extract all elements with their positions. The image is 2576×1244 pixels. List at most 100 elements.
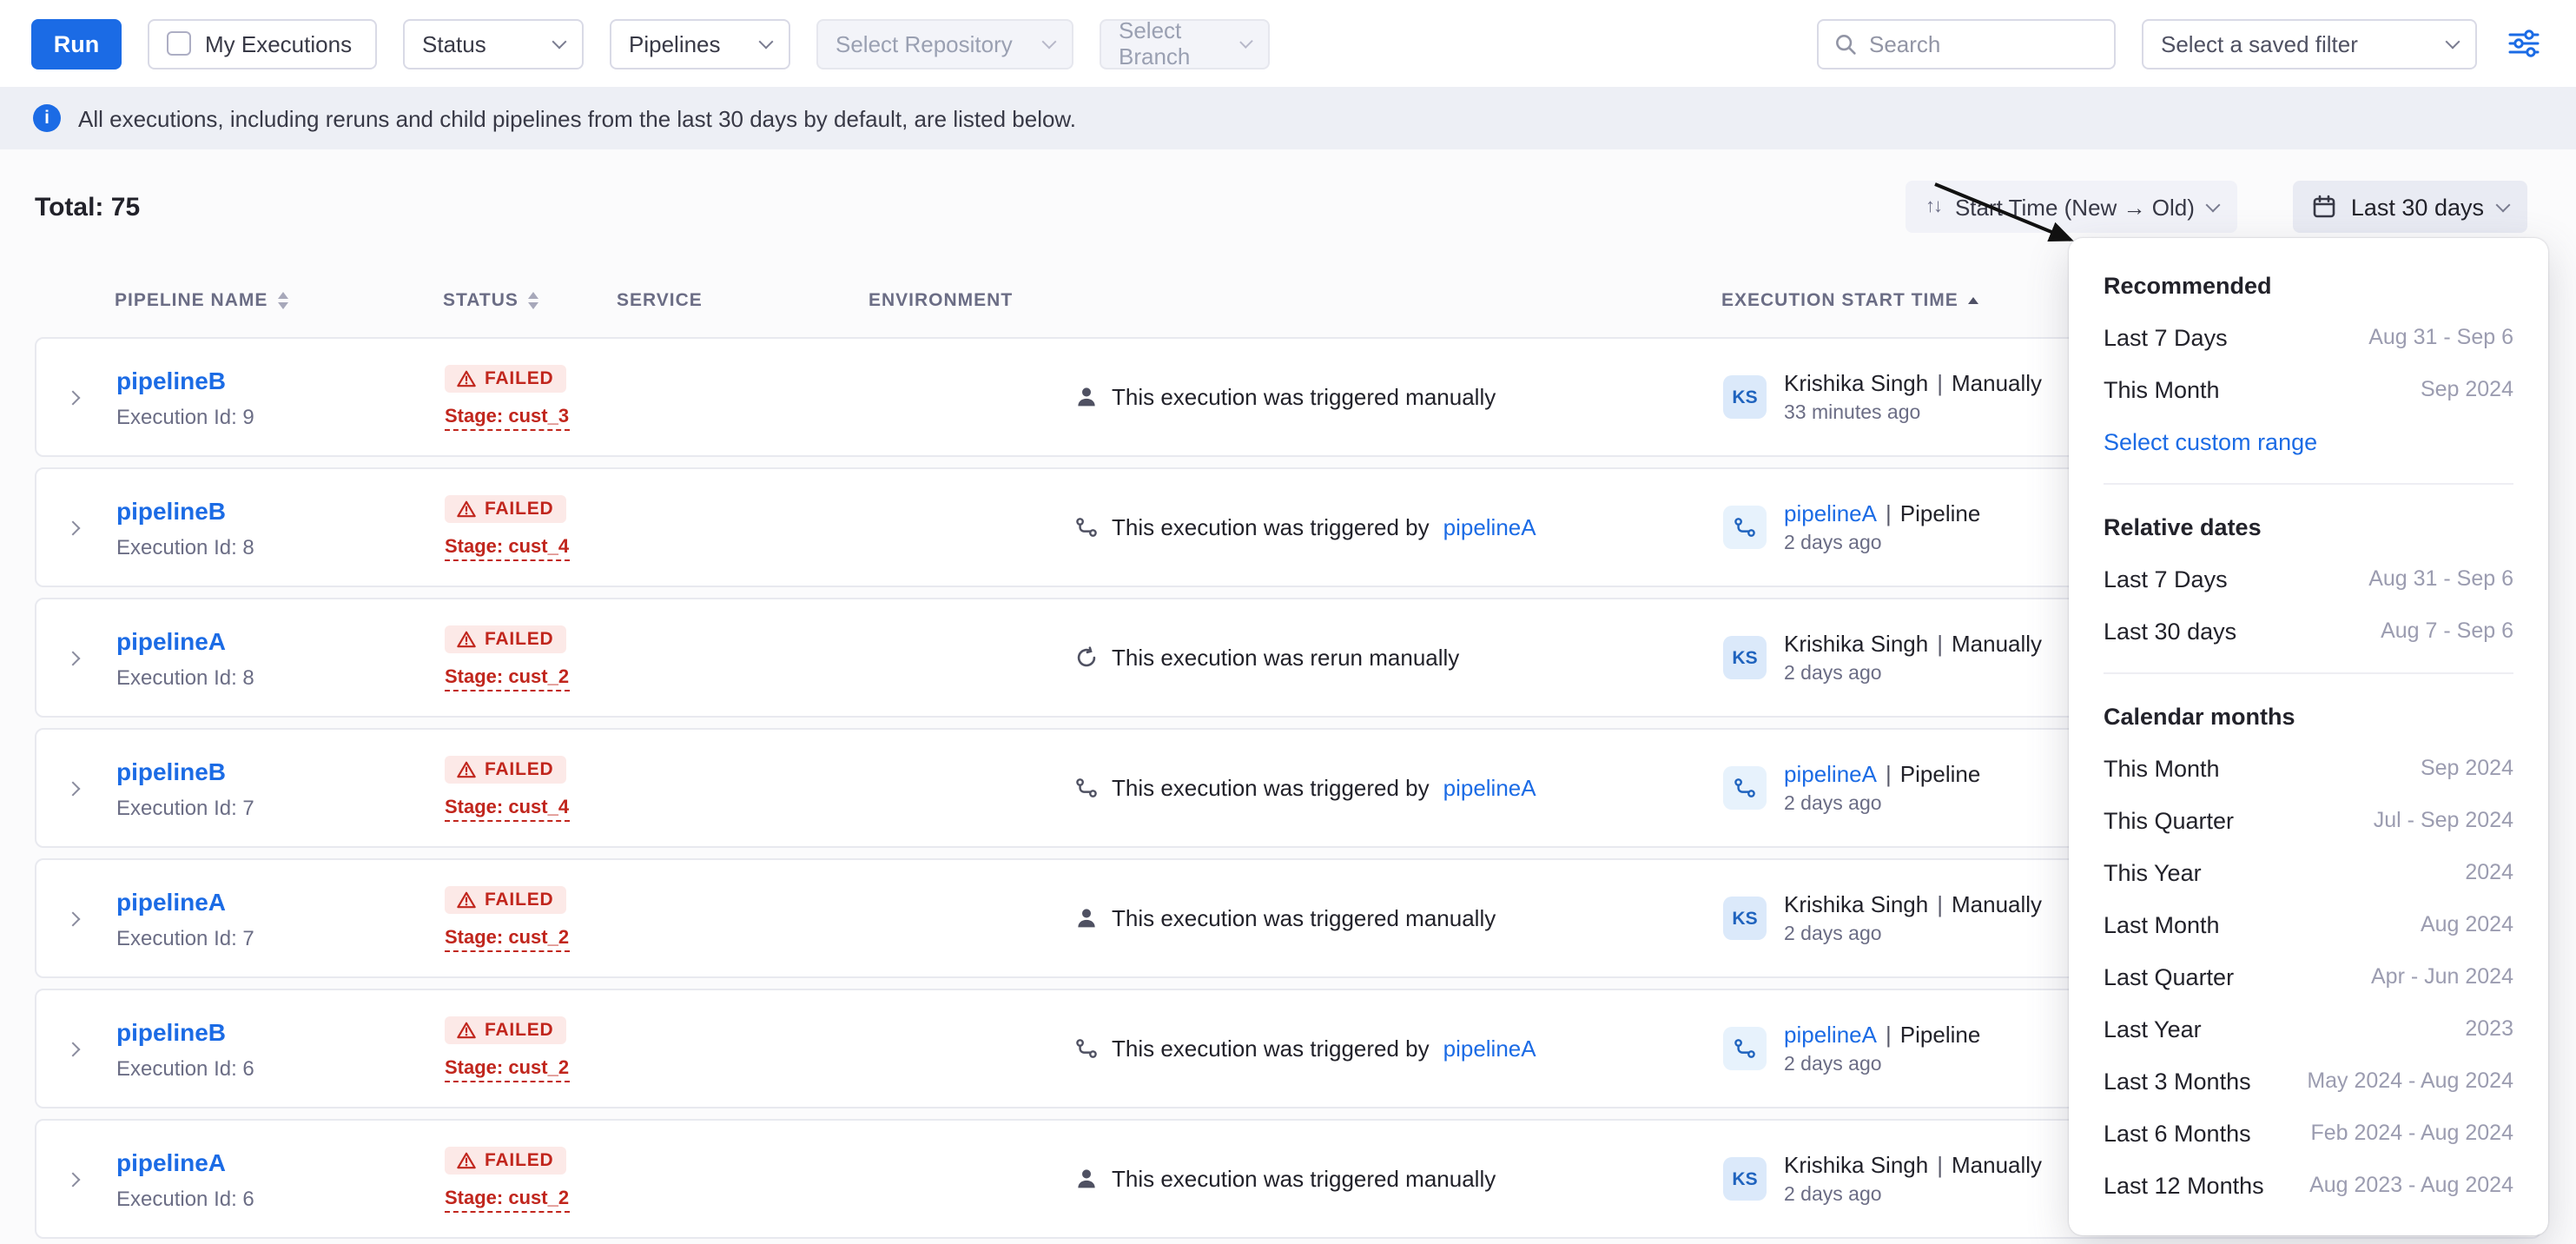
- menu-section-title: Relative dates: [2104, 500, 2513, 553]
- expand-chevron-icon[interactable]: [68, 652, 102, 663]
- status-label: FAILED: [485, 1019, 554, 1040]
- date-option-value: 2023: [2465, 1016, 2513, 1041]
- column-label: SERVICE: [617, 290, 703, 311]
- filters-toolbar: Run My Executions Status Pipelines Selec…: [0, 0, 2576, 87]
- pipelines-dropdown[interactable]: Pipelines: [610, 18, 790, 69]
- failed-stage-link[interactable]: Stage: cust_4: [445, 797, 569, 821]
- date-option-this-month[interactable]: This MonthSep 2024: [2104, 742, 2513, 794]
- saved-filter-dropdown[interactable]: Select a saved filter: [2142, 18, 2477, 69]
- date-option-last-month[interactable]: Last MonthAug 2024: [2104, 898, 2513, 950]
- expand-chevron-icon[interactable]: [68, 392, 102, 402]
- time-ago: 2 days ago: [1784, 1185, 2042, 1206]
- pipeline-name-cell: pipelineB Execution Id: 6: [116, 1017, 445, 1080]
- pipeline-name-link[interactable]: pipelineB: [116, 757, 226, 784]
- total-count: Total: 75: [35, 192, 140, 222]
- my-executions-label: My Executions: [205, 30, 352, 56]
- column-label: EXECUTION START TIME: [1721, 290, 1958, 311]
- date-option-last-quarter[interactable]: Last QuarterApr - Jun 2024: [2104, 950, 2513, 1002]
- branch-dropdown[interactable]: Select Branch: [1100, 18, 1270, 69]
- trigger-pipeline-link[interactable]: pipelineA: [1443, 514, 1536, 540]
- status-label: FAILED: [485, 758, 554, 779]
- failed-stage-link[interactable]: Stage: cust_2: [445, 1188, 569, 1212]
- date-option-last-3-months[interactable]: Last 3 MonthsMay 2024 - Aug 2024: [2104, 1055, 2513, 1107]
- pipeline-name-link[interactable]: pipelineB: [116, 1017, 226, 1045]
- chevron-down-icon: [759, 34, 774, 49]
- failed-stage-link[interactable]: Stage: cust_4: [445, 536, 569, 560]
- pipeline-name-link[interactable]: pipelineA: [116, 626, 226, 654]
- status-label: FAILED: [485, 498, 554, 519]
- my-executions-checkbox[interactable]: [167, 31, 191, 56]
- search-box[interactable]: [1817, 18, 2116, 69]
- separator: |: [1937, 1152, 1943, 1178]
- pipeline-name-cell: pipelineB Execution Id: 7: [116, 757, 445, 819]
- my-executions-toggle[interactable]: My Executions: [148, 18, 377, 69]
- pipeline-name-link[interactable]: pipelineA: [116, 887, 226, 915]
- status-label: FAILED: [485, 889, 554, 910]
- warning-icon: [457, 500, 476, 517]
- repository-dropdown[interactable]: Select Repository: [816, 18, 1073, 69]
- date-option-last-7-days[interactable]: Last 7 DaysAug 31 - Sep 6: [2104, 311, 2513, 363]
- trigger-pipeline-link[interactable]: pipelineA: [1443, 775, 1536, 801]
- trigger-description: This execution was triggered by: [1112, 514, 1430, 540]
- date-option-value: Jul - Sep 2024: [2374, 808, 2513, 832]
- date-option-this-year[interactable]: This Year2024: [2104, 846, 2513, 898]
- failed-stage-link[interactable]: Stage: cust_2: [445, 927, 569, 951]
- expand-chevron-icon[interactable]: [68, 1043, 102, 1054]
- date-option-last-12-months[interactable]: Last 12 MonthsAug 2023 - Aug 2024: [2104, 1159, 2513, 1211]
- expand-chevron-icon[interactable]: [68, 522, 102, 533]
- pipeline-name-link[interactable]: pipelineB: [116, 496, 226, 524]
- status-badge: FAILED: [445, 885, 566, 913]
- execution-id: Execution Id: 6: [116, 1186, 445, 1210]
- warning-icon: [457, 1021, 476, 1038]
- repository-dropdown-label: Select Repository: [836, 30, 1013, 56]
- date-option-select-custom-range[interactable]: Select custom range: [2104, 415, 2513, 467]
- user-icon: [1075, 1168, 1098, 1190]
- sort-dropdown[interactable]: ↑↓ Start Time (New → Old): [1906, 181, 2238, 233]
- date-option-this-quarter[interactable]: This QuarterJul - Sep 2024: [2104, 794, 2513, 846]
- sort-both-icon: [278, 292, 288, 309]
- date-option-value: 2024: [2465, 860, 2513, 884]
- status-dropdown-label: Status: [422, 30, 486, 56]
- search-input[interactable]: [1869, 30, 2098, 56]
- column-header-service: SERVICE: [617, 290, 869, 311]
- trigger-pipeline-link[interactable]: pipelineA: [1443, 1036, 1536, 1062]
- date-option-label: Last 30 days: [2104, 618, 2236, 644]
- date-option-this-month[interactable]: This MonthSep 2024: [2104, 363, 2513, 415]
- trigger-type: Manually: [1952, 891, 2042, 917]
- expand-chevron-icon[interactable]: [68, 913, 102, 923]
- warning-icon: [457, 760, 476, 778]
- expand-chevron-icon[interactable]: [68, 1174, 102, 1184]
- column-header-status[interactable]: STATUS: [443, 290, 617, 311]
- status-badge: FAILED: [445, 1016, 566, 1043]
- date-option-value: Apr - Jun 2024: [2371, 964, 2513, 989]
- date-option-label: Last 7 Days: [2104, 566, 2228, 592]
- saved-filter-label: Select a saved filter: [2161, 30, 2358, 56]
- summary-bar: Total: 75 ↑↓ Start Time (New → Old) Last…: [0, 149, 2576, 233]
- expand-chevron-icon[interactable]: [68, 783, 102, 793]
- status-dropdown[interactable]: Status: [403, 18, 584, 69]
- pipeline-name-link[interactable]: pipelineA: [116, 1148, 226, 1175]
- starter-name: Krishika Singh: [1784, 631, 1928, 657]
- failed-stage-link[interactable]: Stage: cust_2: [445, 666, 569, 691]
- column-header-pipeline-name[interactable]: PIPELINE NAME: [115, 290, 443, 311]
- execution-id: Execution Id: 6: [116, 1055, 445, 1080]
- filter-settings-button[interactable]: [2503, 23, 2545, 64]
- date-option-value: Aug 31 - Sep 6: [2368, 566, 2513, 591]
- date-option-last-6-months[interactable]: Last 6 MonthsFeb 2024 - Aug 2024: [2104, 1107, 2513, 1159]
- date-range-button[interactable]: Last 30 days: [2294, 181, 2527, 233]
- failed-stage-link[interactable]: Stage: cust_2: [445, 1057, 569, 1082]
- column-label: ENVIRONMENT: [869, 290, 1013, 311]
- date-option-value: Sep 2024: [2421, 377, 2513, 401]
- run-button[interactable]: Run: [31, 18, 122, 69]
- starter-name: Krishika Singh: [1784, 1152, 1928, 1178]
- execution-id: Execution Id: 7: [116, 795, 445, 819]
- column-label: PIPELINE NAME: [115, 290, 268, 311]
- trigger-cell: This execution was triggered by pipeline…: [1075, 775, 1723, 801]
- date-option-last-7-days[interactable]: Last 7 Days Aug 31 - Sep 6: [2104, 553, 2513, 605]
- failed-stage-link[interactable]: Stage: cust_3: [445, 406, 569, 430]
- pipeline-name-link[interactable]: pipelineB: [116, 366, 226, 394]
- avatar: KS: [1723, 375, 1767, 419]
- date-option-last-30-days[interactable]: Last 30 daysAug 7 - Sep 6: [2104, 605, 2513, 657]
- date-option-last-year[interactable]: Last Year2023: [2104, 1002, 2513, 1055]
- date-option-label: Select custom range: [2104, 428, 2317, 454]
